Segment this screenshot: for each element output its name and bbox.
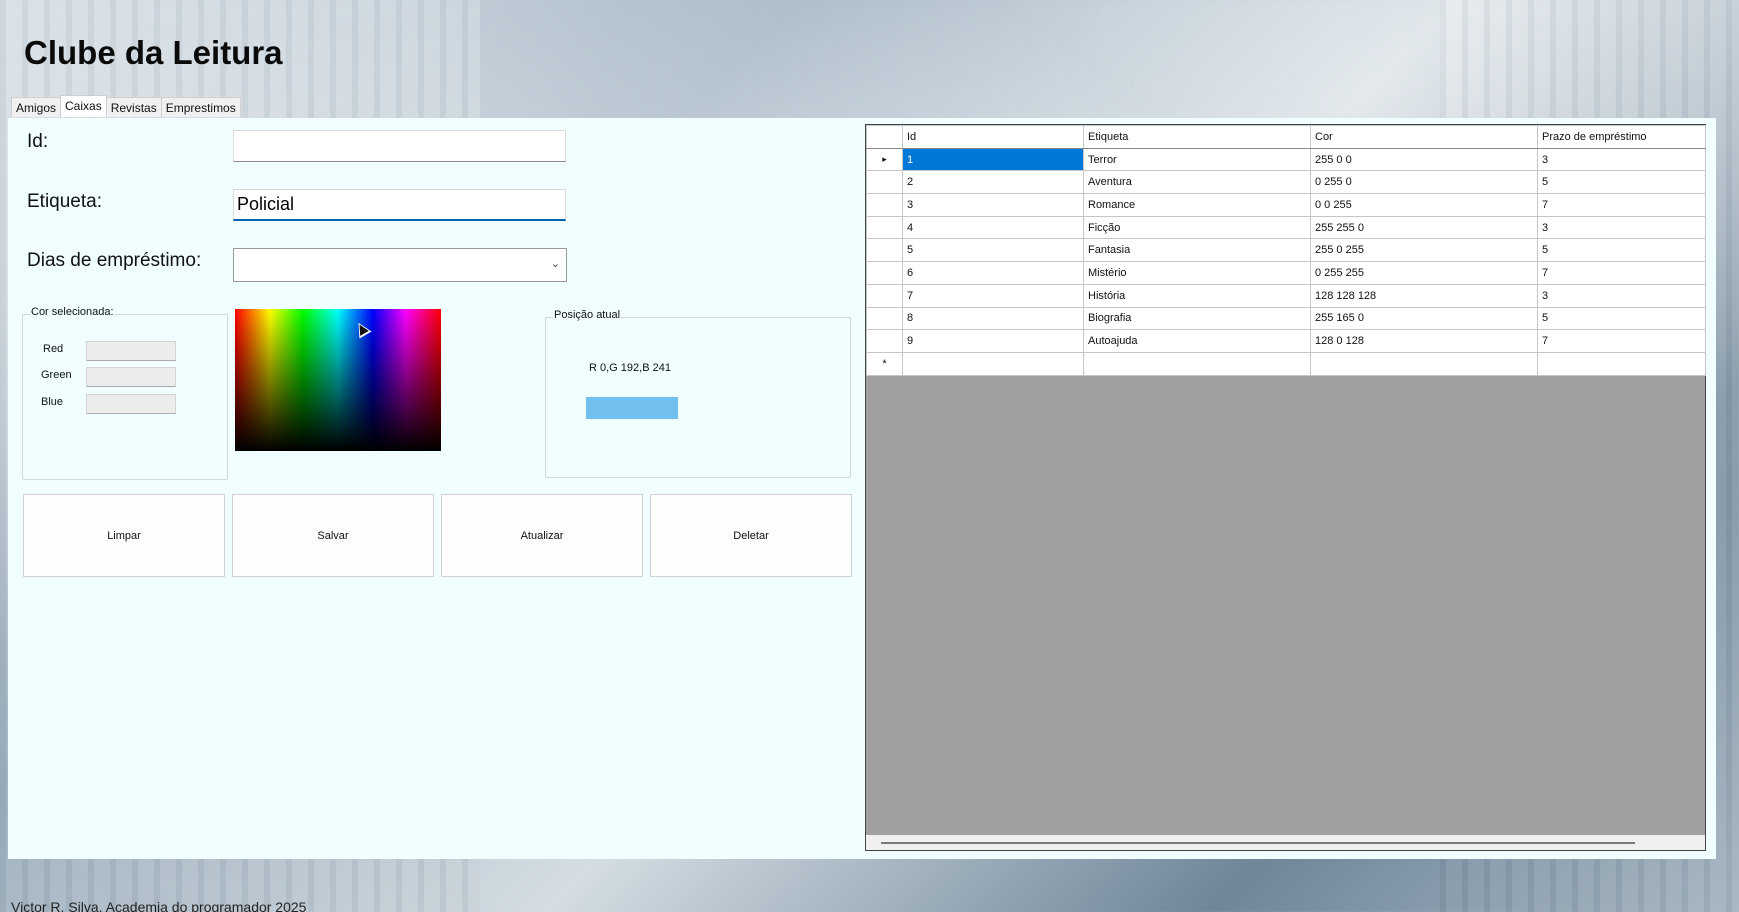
dias-emprestimo-label: Dias de empréstimo: — [27, 250, 202, 271]
tab-revistas[interactable]: Revistas — [105, 97, 162, 117]
table-row[interactable]: 6 Mistério 0 255 255 7 — [866, 261, 1706, 285]
deletar-button[interactable]: Deletar — [650, 494, 852, 577]
row-header[interactable] — [866, 215, 903, 240]
table-cell[interactable]: Terror — [1083, 147, 1311, 172]
table-cell[interactable]: 5 — [1537, 170, 1706, 195]
column-header-etiqueta[interactable]: Etiqueta — [1083, 125, 1311, 149]
row-header[interactable] — [866, 261, 903, 285]
table-cell[interactable]: 7 — [1537, 193, 1706, 217]
table-cell[interactable]: Autoajuda — [1083, 329, 1311, 353]
cor-selecionada-legend: Cor selecionada: — [30, 306, 115, 318]
table-cell[interactable]: 7 — [1537, 329, 1706, 353]
etiqueta-field[interactable] — [233, 189, 566, 221]
table-row[interactable]: 4 Ficção 255 255 03 — [866, 215, 1706, 240]
table-cell[interactable]: 9 — [902, 329, 1084, 353]
tab-amigos[interactable]: Amigos — [11, 97, 62, 117]
row-header-corner — [866, 125, 903, 149]
new-row-cell[interactable] — [902, 351, 1084, 376]
app-title: Clube da Leitura — [24, 34, 283, 71]
tab-emprestimos[interactable]: Emprestimos — [160, 97, 241, 117]
new-row-cell[interactable] — [1083, 351, 1311, 376]
new-row[interactable]: * — [866, 351, 1706, 376]
column-header-id[interactable]: Id — [902, 125, 1084, 149]
caixas-data-grid[interactable]: Id Etiqueta Cor Prazo de empréstimo ▸ 1 Te… — [865, 124, 1706, 851]
table-cell[interactable]: 7 — [902, 283, 1084, 308]
table-cell[interactable]: 255 0 0 — [1310, 147, 1538, 172]
blue-label: Blue — [41, 396, 64, 408]
table-cell[interactable]: 3 — [1537, 283, 1706, 308]
grid-header-row: Id Etiqueta Cor Prazo de empréstimo — [866, 125, 1706, 149]
red-field[interactable] — [86, 341, 176, 361]
row-header[interactable] — [866, 193, 903, 217]
table-cell[interactable]: 5 — [902, 238, 1084, 263]
table-cell[interactable]: 0 255 255 — [1310, 261, 1538, 285]
salvar-button[interactable]: Salvar — [232, 494, 434, 577]
table-row[interactable]: 3 Romance 0 0 255 7 — [866, 193, 1706, 217]
row-header[interactable] — [866, 238, 903, 263]
table-cell[interactable]: Mistério — [1083, 261, 1311, 285]
table-cell[interactable]: 128 128 128 — [1310, 283, 1538, 308]
table-cell[interactable]: Aventura — [1083, 170, 1311, 195]
green-field[interactable] — [86, 367, 176, 387]
table-row[interactable]: 5 Fantasia 255 0 255 5 — [866, 238, 1706, 263]
table-row[interactable]: 7 História 128 128 128 3 — [866, 283, 1706, 308]
table-cell[interactable]: 0 0 255 — [1310, 193, 1538, 217]
table-cell[interactable]: 3 — [1537, 215, 1706, 240]
color-preview-swatch — [586, 397, 678, 419]
column-header-cor[interactable]: Cor — [1310, 125, 1538, 149]
row-header[interactable] — [866, 306, 903, 331]
column-header-prazo[interactable]: Prazo de empréstimo — [1537, 125, 1706, 149]
row-header[interactable]: ▸ — [866, 147, 903, 172]
table-cell[interactable]: 3 — [902, 193, 1084, 217]
posicao-atual-legend: Posição atual — [553, 309, 622, 321]
tab-caixas[interactable]: Caixas — [60, 95, 107, 117]
chevron-down-icon: ⌄ — [550, 258, 560, 270]
grid-table: Id Etiqueta Cor Prazo de empréstimo ▸ 1 Te… — [866, 125, 1706, 376]
table-cell[interactable]: 7 — [1537, 261, 1706, 285]
table-cell[interactable]: 4 — [902, 215, 1084, 240]
table-cell[interactable]: 6 — [902, 261, 1084, 285]
table-cell[interactable]: 255 0 255 — [1310, 238, 1538, 263]
table-cell[interactable]: 2 — [902, 170, 1084, 195]
table-cell[interactable]: Fantasia — [1083, 238, 1311, 263]
table-cell[interactable]: 5 — [1537, 306, 1706, 331]
scrollbar-thumb[interactable] — [881, 842, 1635, 844]
red-label: Red — [43, 343, 64, 355]
color-spectrum-picker[interactable] — [235, 309, 441, 451]
table-cell[interactable]: 5 — [1537, 238, 1706, 263]
table-row[interactable]: 2 Aventura 0 255 05 — [866, 170, 1706, 195]
etiqueta-label: Etiqueta: — [27, 191, 102, 212]
horizontal-scrollbar[interactable] — [866, 835, 1705, 850]
table-cell[interactable]: Biografia — [1083, 306, 1311, 331]
table-cell[interactable]: 255 255 0 — [1310, 215, 1538, 240]
table-row[interactable]: 8 Biografia 255 165 05 — [866, 306, 1706, 331]
row-header[interactable] — [866, 170, 903, 195]
atualizar-button[interactable]: Atualizar — [441, 494, 643, 577]
blue-field[interactable] — [86, 394, 176, 414]
new-row-cell[interactable] — [1537, 351, 1706, 376]
table-cell[interactable]: 128 0 128 — [1310, 329, 1538, 353]
dias-emprestimo-select[interactable]: ⌄ — [233, 248, 567, 282]
green-label: Green — [41, 369, 72, 381]
table-row[interactable]: 9 Autoajuda 128 0 128 7 — [866, 329, 1706, 353]
table-cell[interactable]: História — [1083, 283, 1311, 308]
table-cell[interactable]: Romance — [1083, 193, 1311, 217]
table-row[interactable]: ▸ 1 Terror 255 0 03 — [866, 147, 1706, 172]
table-cell[interactable]: 1 — [902, 147, 1084, 172]
new-row-marker[interactable]: * — [866, 351, 903, 376]
row-header[interactable] — [866, 329, 903, 353]
table-cell[interactable]: Ficção — [1083, 215, 1311, 240]
table-cell[interactable]: 3 — [1537, 147, 1706, 172]
row-header[interactable] — [866, 283, 903, 308]
posicao-atual-text: R 0,G 192,B 241 — [589, 362, 671, 374]
id-label: Id: — [27, 131, 49, 152]
table-cell[interactable]: 0 255 0 — [1310, 170, 1538, 195]
id-field[interactable] — [233, 130, 566, 162]
footer-credits: Victor R. Silva, Academia do programador… — [11, 899, 307, 912]
tab-strip: Amigos Caixas Revistas Emprestimos — [11, 95, 241, 119]
new-row-cell[interactable] — [1310, 351, 1538, 376]
table-cell[interactable]: 255 165 0 — [1310, 306, 1538, 331]
table-cell[interactable]: 8 — [902, 306, 1084, 331]
limpar-button[interactable]: Limpar — [23, 494, 225, 577]
